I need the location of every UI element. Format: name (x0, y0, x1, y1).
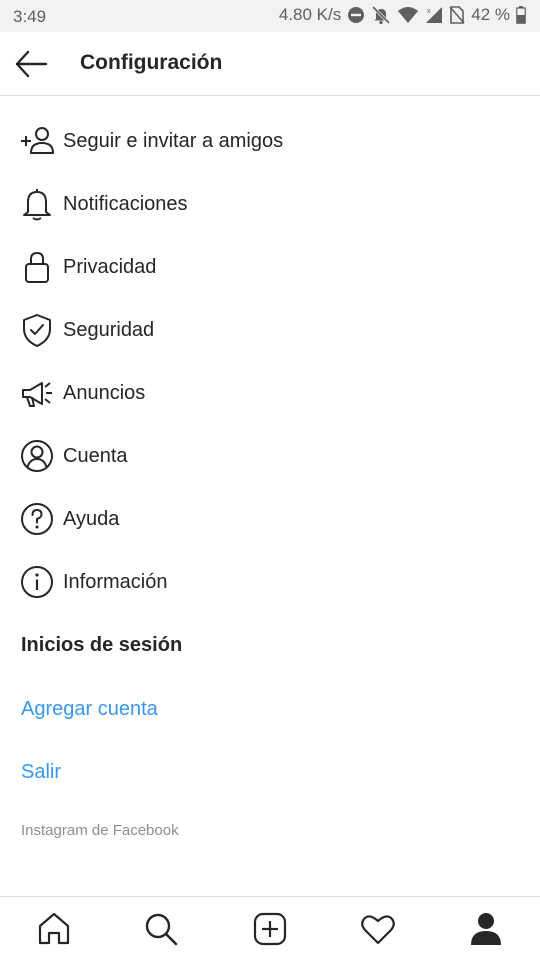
menu-item-account[interactable]: Cuenta (0, 425, 540, 488)
info-icon (21, 566, 53, 598)
footer-text: Instagram de Facebook (21, 822, 179, 839)
menu-item-label: Seguridad (63, 319, 155, 341)
menu-item-security[interactable]: Seguridad (0, 299, 540, 362)
network-speed: 4.80 K/s (278, 5, 342, 24)
menu-item-follow-invite[interactable]: Seguir e invitar a amigos (0, 110, 540, 173)
new-post-icon[interactable] (252, 911, 288, 947)
menu-item-label: Notificaciones (63, 193, 188, 215)
menu-item-ads[interactable]: Anuncios (0, 362, 540, 425)
battery-percent: 42 % (471, 5, 510, 24)
account-icon (21, 440, 53, 472)
status-bar: 3:49 4.80 K/s x 42 % (0, 0, 540, 32)
menu-item-label: Anuncios (63, 382, 146, 404)
menu-item-privacy[interactable]: Privacidad (0, 236, 540, 299)
arrow-left-icon[interactable] (14, 48, 48, 80)
menu-item-about[interactable]: Información (0, 551, 540, 614)
menu-item-label: Seguir e invitar a amigos (63, 130, 284, 152)
status-time: 3:49 (13, 7, 47, 26)
logins-section-title: Inicios de sesión (21, 634, 183, 656)
do-not-disturb-icon (348, 7, 365, 23)
profile-icon[interactable] (468, 911, 504, 947)
menu-item-label: Información (63, 571, 168, 593)
menu-item-label: Ayuda (63, 508, 120, 530)
add-account-link[interactable]: Agregar cuenta (21, 698, 158, 721)
status-right: 4.80 K/s x 42 % (279, 5, 526, 25)
home-icon[interactable] (36, 911, 72, 947)
help-icon (21, 503, 53, 535)
logout-link[interactable]: Salir (21, 761, 61, 784)
menu-item-notifications[interactable]: Notificaciones (0, 173, 540, 236)
menu-item-label: Cuenta (63, 445, 128, 467)
signal-icon: x (426, 7, 443, 23)
lock-icon (25, 251, 49, 283)
bell-icon (23, 189, 51, 221)
app-bar: Configuración (0, 32, 540, 96)
bottom-tab-bar (0, 896, 540, 961)
activity-heart-icon[interactable] (360, 911, 396, 947)
notifications-off-icon (372, 5, 391, 25)
search-icon[interactable] (143, 911, 179, 947)
add-user-icon (21, 127, 54, 154)
shield-icon (23, 314, 51, 347)
menu-item-help[interactable]: Ayuda (0, 488, 540, 551)
menu-item-label: Privacidad (63, 256, 157, 278)
wifi-icon (398, 7, 419, 23)
megaphone-icon (22, 382, 52, 407)
no-sim-icon (449, 6, 465, 24)
svg-text:x: x (427, 8, 431, 15)
page-title: Configuración (80, 51, 223, 74)
battery-icon (516, 6, 526, 24)
